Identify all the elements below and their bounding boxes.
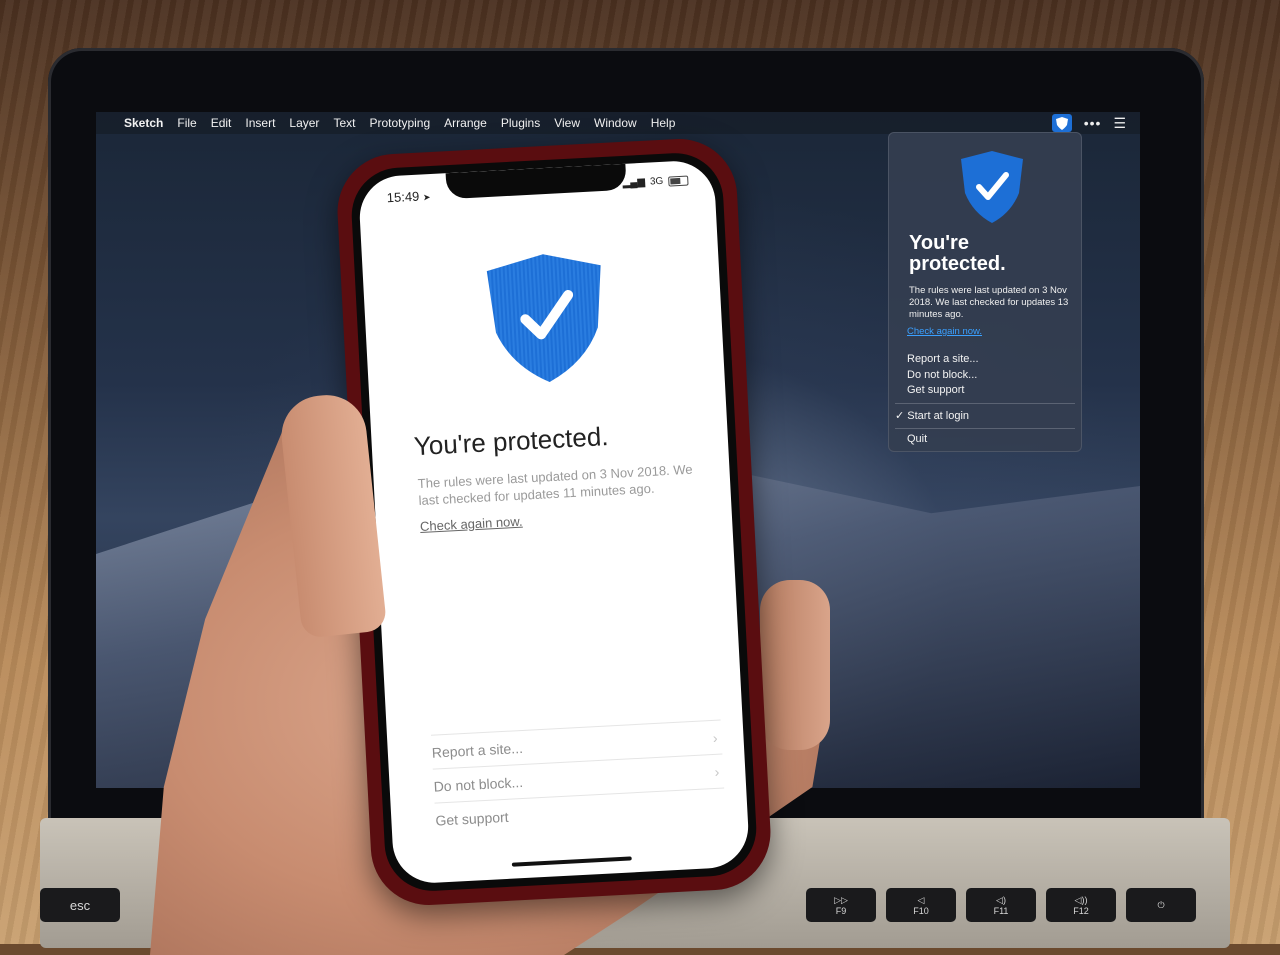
start-at-login-label: Start at login (907, 410, 970, 422)
volume-up-icon: ◁)) (1074, 894, 1088, 905)
fast-forward-icon: ▷▷ (834, 894, 848, 905)
volume-down-icon: ◁) (996, 894, 1006, 905)
phone-notch (445, 163, 627, 200)
menu-help[interactable]: Help (651, 116, 676, 130)
get-support-label: Get support (435, 808, 509, 829)
menu-layer[interactable]: Layer (289, 116, 319, 130)
menu-separator (895, 428, 1075, 429)
mute-icon: ◁ (917, 894, 925, 905)
mac-menubar: Sketch File Edit Insert Layer Text Proto… (96, 112, 1140, 134)
phone-screen: 15:49 ➤ ▂▄▆ 3G You're protected. The rul… (357, 159, 751, 885)
menu-plugins[interactable]: Plugins (501, 116, 540, 130)
menu-file[interactable]: File (177, 116, 196, 130)
menu-window[interactable]: Window (594, 116, 637, 130)
popover-description: The rules were last updated on 3 Nov 201… (909, 285, 1069, 320)
status-indicators: ▂▄▆ 3G (622, 175, 689, 189)
battery-icon (668, 175, 689, 187)
menu-text[interactable]: Text (333, 116, 355, 130)
home-indicator[interactable] (511, 856, 632, 867)
mac-status-popover: You're protected. The rules were last up… (888, 132, 1082, 452)
f12-label: F12 (1073, 905, 1089, 916)
start-at-login-item[interactable]: ✓ Start at login (895, 409, 969, 422)
shield-check-icon (484, 249, 609, 392)
list-icon[interactable]: ☰ (1113, 115, 1126, 132)
status-time: 15:49 ➤ (386, 188, 431, 206)
network-label: 3G (649, 175, 664, 188)
report-site-item[interactable]: Report a site... (907, 353, 979, 365)
f10-label: F10 (913, 905, 929, 916)
do-not-block-item[interactable]: Do not block... (907, 369, 977, 381)
shield-check-icon (959, 149, 1025, 230)
chevron-right-icon: › (712, 729, 718, 746)
popover-title-line1: You're (909, 232, 969, 254)
menu-separator (895, 403, 1075, 404)
shield-tray-icon[interactable] (1051, 114, 1072, 132)
location-icon: ➤ (422, 192, 431, 203)
iphone: 15:49 ➤ ▂▄▆ 3G You're protected. The rul… (334, 136, 774, 908)
f11-key: ◁) F11 (966, 888, 1036, 922)
f11-label: F11 (993, 905, 1009, 916)
phone-bezel: 15:49 ➤ ▂▄▆ 3G You're protected. The rul… (349, 150, 759, 894)
menu-sketch[interactable]: Sketch (124, 116, 163, 130)
f10-key: ◁ F10 (886, 888, 956, 922)
more-dots-icon[interactable]: ••• (1084, 115, 1102, 131)
phone-title: You're protected. (413, 421, 610, 462)
menubar-tray: ••• ☰ (1051, 114, 1126, 132)
report-site-label: Report a site... (431, 739, 524, 761)
popover-title: You're protected. (909, 233, 1079, 275)
get-support-item[interactable]: Get support (907, 384, 964, 396)
fingers (760, 580, 830, 750)
menu-edit[interactable]: Edit (211, 116, 232, 130)
do-not-block-label: Do not block... (433, 773, 524, 795)
menu-arrange[interactable]: Arrange (444, 116, 487, 130)
f9-key: ▷▷ F9 (806, 888, 876, 922)
f9-label: F9 (835, 905, 847, 916)
time-label: 15:49 (386, 188, 420, 206)
checkmark-icon: ✓ (895, 410, 905, 422)
menu-insert[interactable]: Insert (245, 116, 275, 130)
chevron-right-icon: › (714, 763, 720, 780)
quit-item[interactable]: Quit (907, 433, 927, 445)
power-key: ⏻ (1126, 888, 1196, 922)
f12-key: ◁)) F12 (1046, 888, 1116, 922)
power-icon: ⏻ (1157, 899, 1165, 910)
signal-icon: ▂▄▆ (622, 176, 646, 189)
check-again-link[interactable]: Check again now. (420, 514, 523, 534)
menu-prototyping[interactable]: Prototyping (369, 116, 430, 130)
phone-description: The rules were last updated on 3 Nov 201… (417, 461, 693, 509)
popover-title-line2: protected. (909, 253, 1006, 275)
check-again-link[interactable]: Check again now. (907, 326, 982, 337)
menu-view[interactable]: View (554, 116, 580, 130)
esc-key: esc (40, 888, 120, 922)
